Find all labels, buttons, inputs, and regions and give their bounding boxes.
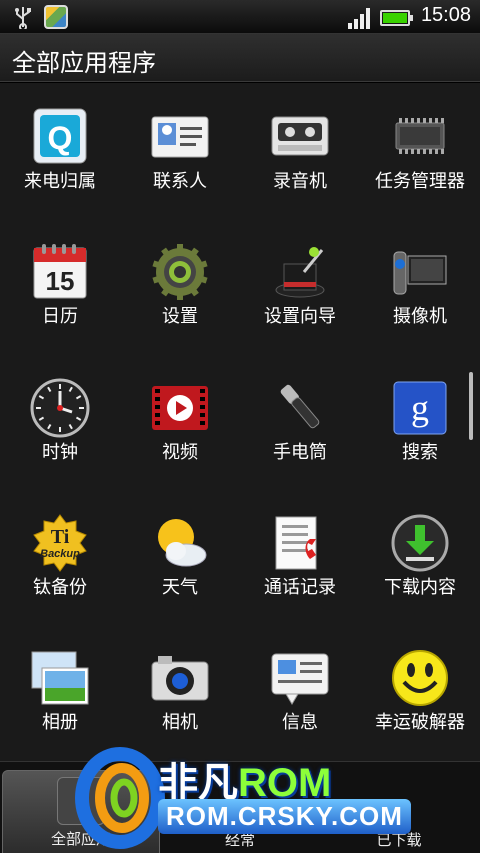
app-label: 信息	[282, 712, 318, 733]
app-grid[interactable]: Q 来电归属 联系人 录音机 任务管理器 15 日历 设置 设置向导 摄像机时钟 视频 手电筒 g 搜索 T…	[0, 83, 480, 761]
app-item[interactable]: g 搜索	[360, 374, 480, 494]
tab-frequent[interactable]: 经常	[161, 770, 319, 853]
scrollbar[interactable]	[469, 372, 473, 440]
app-label: 钛备份	[33, 577, 87, 598]
app-item[interactable]: 天气	[120, 509, 240, 629]
app-item[interactable]: 摄像机	[360, 238, 480, 358]
contacts-card-icon	[150, 107, 210, 167]
app-label: 视频	[162, 442, 198, 463]
title-bar: 全部应用程序	[0, 34, 480, 82]
app-item[interactable]: 信息	[240, 644, 360, 764]
signal-icon	[348, 8, 370, 29]
tab-label: 全部应用	[50, 830, 111, 848]
app-item[interactable]: 设置向导	[240, 238, 360, 358]
app-label: 天气	[162, 577, 198, 598]
tab-label: 已下载	[376, 831, 422, 849]
video-play-icon	[150, 378, 210, 438]
cassette-recorder-icon	[270, 107, 330, 167]
bottom-tab-bar: 全部应用 经常 已下载	[0, 761, 480, 853]
flashlight-icon	[270, 378, 330, 438]
svg-text:Ti: Ti	[51, 526, 70, 548]
clock-icon	[30, 378, 90, 438]
chip-task-manager-icon	[390, 107, 450, 167]
app-item[interactable]: 手电筒	[240, 374, 360, 494]
app-label: 通话记录	[264, 577, 336, 598]
q-caller-id-icon: Q	[30, 107, 90, 167]
app-item[interactable]: 通话记录	[240, 509, 360, 629]
gear-settings-icon	[150, 242, 210, 302]
status-bar: 15:08	[0, 0, 480, 34]
app-label: 录音机	[273, 171, 327, 192]
app-label: 相册	[42, 712, 78, 733]
photo-album-icon	[30, 648, 90, 708]
app-item[interactable]: 设置	[120, 238, 240, 358]
app-item[interactable]: 时钟	[0, 374, 120, 494]
calendar-icon: 15	[30, 242, 90, 302]
svg-text:15: 15	[46, 266, 75, 296]
app-item[interactable]: 相机	[120, 644, 240, 764]
svg-text:Q: Q	[48, 120, 73, 156]
app-label: 下载内容	[384, 577, 456, 598]
magic-hat-wizard-icon	[270, 242, 330, 302]
app-item[interactable]: 视频	[120, 374, 240, 494]
app-label: 相机	[162, 712, 198, 733]
notification-app-icon	[44, 5, 68, 29]
svg-text:Backup: Backup	[40, 548, 80, 560]
call-log-icon	[270, 513, 330, 573]
weather-sun-cloud-icon	[150, 513, 210, 573]
app-label: 来电归属	[24, 171, 96, 192]
usb-icon	[15, 7, 31, 29]
app-label: 联系人	[153, 171, 207, 192]
app-label: 设置向导	[264, 306, 336, 327]
app-item[interactable]: 任务管理器	[360, 103, 480, 223]
app-label: 时钟	[42, 442, 78, 463]
app-label: 搜索	[402, 442, 438, 463]
svg-text:g: g	[411, 388, 429, 428]
app-label: 日历	[42, 306, 78, 327]
app-item[interactable]: 15 日历	[0, 238, 120, 358]
tab-downloaded[interactable]: 已下载	[320, 770, 478, 853]
battery-icon	[380, 10, 413, 26]
google-search-icon: g	[390, 378, 450, 438]
app-item[interactable]: 下载内容	[360, 509, 480, 629]
app-label: 摄像机	[393, 306, 447, 327]
app-label: 设置	[162, 306, 198, 327]
app-label: 任务管理器	[375, 171, 465, 192]
camcorder-icon	[390, 242, 450, 302]
app-item[interactable]: 录音机	[240, 103, 360, 223]
app-item[interactable]: 幸运破解器	[360, 644, 480, 764]
smiley-lucky-patcher-icon	[390, 648, 450, 708]
grid-apps-icon	[57, 777, 105, 825]
message-bubble-icon	[270, 648, 330, 708]
titanium-backup-icon: Ti Backup	[30, 513, 90, 573]
app-label: 手电筒	[273, 442, 327, 463]
tab-label: 经常	[224, 831, 255, 849]
app-item[interactable]: 相册	[0, 644, 120, 764]
page-title: 全部应用程序	[12, 49, 156, 77]
camera-icon	[150, 648, 210, 708]
clock-time: 15:08	[420, 4, 471, 26]
app-item[interactable]: 联系人	[120, 103, 240, 223]
download-arrow-icon	[390, 513, 450, 573]
app-label: 幸运破解器	[375, 712, 465, 733]
app-item[interactable]: Q 来电归属	[0, 103, 120, 223]
app-item[interactable]: Ti Backup 钛备份	[0, 509, 120, 629]
tab-all-apps[interactable]: 全部应用	[2, 770, 160, 853]
